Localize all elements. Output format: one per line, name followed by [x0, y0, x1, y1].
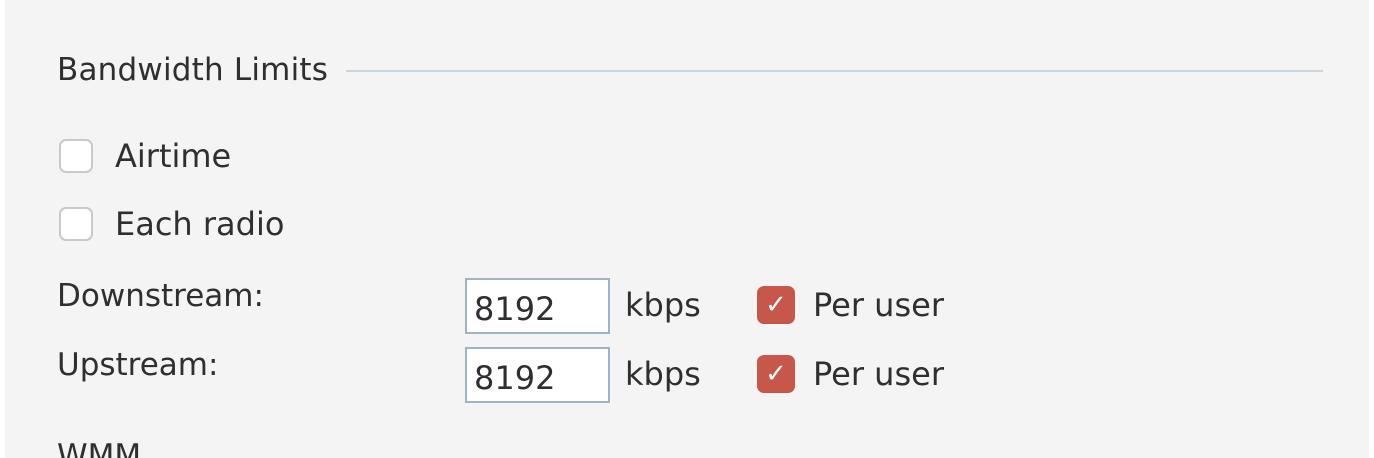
downstream-per-user-label: Per user: [813, 286, 944, 324]
each-radio-label: Each radio: [115, 205, 285, 243]
downstream-per-user-checkbox[interactable]: ✓: [757, 286, 795, 324]
settings-panel: Bandwidth Limits Airtime Each radio Down…: [5, 0, 1369, 458]
upstream-per-user-label: Per user: [813, 355, 944, 393]
downstream-input[interactable]: [465, 278, 610, 334]
upstream-label: Upstream:: [57, 347, 219, 383]
wmm-section-title: WMM: [57, 438, 142, 458]
downstream-label: Downstream:: [57, 278, 264, 314]
upstream-per-user-checkbox[interactable]: ✓: [757, 355, 795, 393]
upstream-per-user-option[interactable]: ✓ Per user: [757, 355, 944, 393]
airtime-checkbox[interactable]: [59, 139, 93, 173]
bandwidth-limits-header: Bandwidth Limits: [57, 44, 1323, 96]
each-radio-option[interactable]: Each radio: [59, 202, 284, 246]
upstream-row: Upstream: kbps ✓ Per user: [57, 347, 1057, 403]
upstream-input[interactable]: [465, 347, 610, 403]
airtime-label: Airtime: [115, 137, 232, 175]
downstream-per-user-option[interactable]: ✓ Per user: [757, 286, 944, 324]
checkmark-icon: ✓: [765, 358, 787, 389]
each-radio-checkbox[interactable]: [59, 207, 93, 241]
downstream-unit: kbps: [625, 286, 701, 324]
downstream-row: Downstream: kbps ✓ Per user: [57, 278, 1057, 334]
section-divider: [346, 70, 1323, 72]
checkmark-icon: ✓: [765, 289, 787, 320]
airtime-option[interactable]: Airtime: [59, 134, 231, 178]
upstream-unit: kbps: [625, 355, 701, 393]
bandwidth-limits-title: Bandwidth Limits: [57, 52, 329, 88]
